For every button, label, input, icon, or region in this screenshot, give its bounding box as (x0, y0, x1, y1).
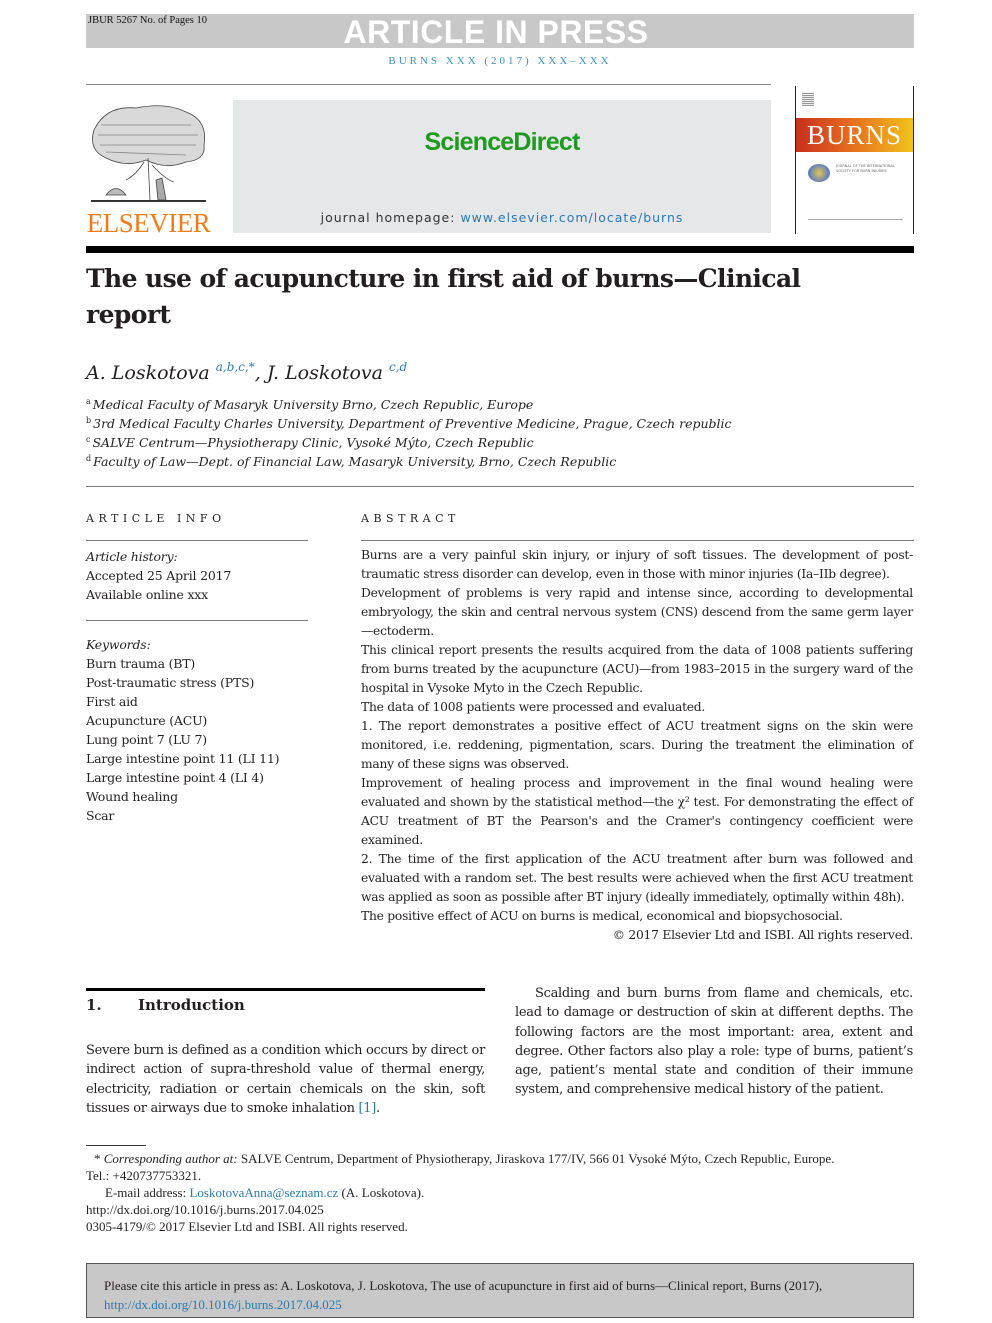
keyword-item: First aid (86, 694, 138, 709)
citation-doi-link[interactable]: http://dx.doi.org/10.1016/j.burns.2017.0… (104, 1297, 342, 1312)
email-label: E-mail address: (105, 1185, 190, 1200)
author-name: J. Loskotova (266, 362, 383, 384)
sciencedirect-logo[interactable]: ScienceDirect (233, 128, 771, 157)
author-separator: , (254, 362, 267, 384)
header-divider (86, 246, 914, 253)
affiliation: b 3rd Medical Faculty Charles University,… (86, 416, 732, 431)
abstract-copyright: © 2017 Elsevier Ltd and ISBI. All rights… (612, 928, 914, 942)
abstract-paragraph: Improvement of healing process and impro… (361, 776, 913, 847)
footnote-text: SALVE Centrum, Department of Physiothera… (237, 1151, 835, 1166)
email-suffix: (A. Loskotova). (338, 1185, 425, 1200)
affiliation-text: Faculty of Law—Dept. of Financial Law, M… (93, 454, 617, 469)
affiliation: c SALVE Centrum—Physiotherapy Clinic, Vys… (86, 435, 534, 450)
history-label: Article history: (86, 549, 178, 564)
intro-text-end: . (376, 1100, 380, 1116)
affiliation-text: 3rd Medical Faculty Charles University, … (93, 416, 732, 431)
affiliation: a Medical Faculty of Masaryk University B… (86, 397, 533, 412)
abstract-paragraph: The positive effect of ACU on burns is m… (361, 909, 843, 923)
publisher-wordmark: ELSEVIER (86, 208, 211, 238)
cover-society-text: JOURNAL OF THE INTERNATIONAL SOCIETY FOR… (836, 164, 895, 173)
keywords-label: Keywords: (86, 637, 151, 652)
keyword-item: Acupuncture (ACU) (86, 713, 208, 728)
running-head: BURNS XXX (2017) XXX–XXX (388, 55, 612, 67)
section-rule (86, 988, 485, 991)
elsevier-mini-logo-icon (802, 92, 814, 106)
keyword-item: Wound healing (86, 789, 178, 804)
article-title: The use of acupuncture in first aid of b… (86, 264, 801, 329)
affiliation-mark: a (86, 397, 91, 406)
history-divider (86, 620, 308, 621)
footnote-rule (86, 1145, 146, 1146)
masthead-rule (86, 84, 771, 85)
history-item: Available online xxx (86, 587, 208, 602)
intro-paragraph-left: Severe burn is defined as a condition wh… (86, 1041, 485, 1118)
abstract-heading: ABSTRACT (361, 512, 460, 525)
abstract-body: Burns are a very painful skin injury, or… (361, 546, 913, 945)
doi-link[interactable]: http://dx.doi.org/10.1016/j.burns.2017.0… (86, 1202, 324, 1218)
abstract-paragraph: 2. The time of the first application of … (361, 852, 913, 904)
affiliation-mark: d (86, 454, 92, 463)
keyword-item: Post-traumatic stress (PTS) (86, 675, 255, 690)
issn-copyright: 0305-4179/© 2017 Elsevier Ltd and ISBI. … (86, 1219, 408, 1234)
cover-journal-title: BURNS (806, 120, 903, 150)
keyword-item: Burn trauma (BT) (86, 656, 196, 671)
article-info-heading: ARTICLE INFO (86, 512, 226, 525)
intro-paragraph-right: Scalding and burn burns from flame and c… (515, 986, 913, 1098)
telephone: Tel.: +420737753321. (86, 1168, 202, 1183)
affiliations-divider (86, 486, 914, 487)
abstract-paragraph: Development of problems is very rapid an… (361, 586, 913, 638)
keyword-item: Lung point 7 (LU 7) (86, 732, 207, 747)
history-item: Accepted 25 April 2017 (86, 568, 232, 583)
footnote-label: Corresponding author at: (103, 1151, 238, 1166)
abstract-paragraph: This clinical report presents the result… (361, 643, 913, 695)
abstract-paragraph: 1. The report demonstrates a positive ef… (361, 719, 913, 771)
journal-homepage: journal homepage: www.elsevier.com/locat… (233, 210, 771, 225)
homepage-label: journal homepage: (320, 210, 461, 225)
intro-text: Severe burn is defined as a condition wh… (86, 1043, 485, 1116)
author-affiliation-marks[interactable]: c,d (389, 360, 407, 374)
article-info-divider (86, 540, 308, 541)
keyword-item: Scar (86, 808, 115, 823)
author-list: A. Loskotova a,b,c,*, J. Loskotova c,d (86, 360, 407, 384)
abstract-paragraph: The data of 1008 patients were processed… (361, 700, 706, 714)
affiliation: d Faculty of Law—Dept. of Financial Law, … (86, 454, 616, 469)
affiliation-mark: b (86, 416, 92, 425)
keyword-item: Large intestine point 11 (LI 11) (86, 751, 280, 766)
affiliation-text: SALVE Centrum—Physiotherapy Clinic, Vyso… (92, 435, 534, 450)
email-line: E-mail address: LoskotovaAnna@seznam.cz … (105, 1185, 424, 1201)
isbi-seal-icon (808, 164, 830, 182)
section-number: 1. (86, 996, 102, 1014)
citation-sentence: Please cite this article in press as: A.… (104, 1278, 823, 1293)
reference-link[interactable]: [1] (359, 1101, 377, 1116)
keyword-item: Large intestine point 4 (LI 4) (86, 770, 264, 785)
section-title: Introduction (138, 996, 245, 1014)
footnote-mark: * (94, 1151, 101, 1166)
author-name: A. Loskotova (86, 362, 210, 384)
affiliation-mark: c (86, 435, 91, 444)
journal-cover-thumbnail[interactable]: BURNS JOURNAL OF THE INTERNATIONAL SOCIE… (795, 86, 914, 234)
email-link[interactable]: LoskotovaAnna@seznam.cz (189, 1185, 338, 1200)
sciencedirect-panel: ScienceDirect journal homepage: www.else… (233, 100, 771, 233)
article-in-press-label: ARTICLE IN PRESS (343, 14, 649, 50)
citation-box: Please cite this article in press as: A.… (86, 1263, 914, 1318)
affiliation-text: Medical Faculty of Masaryk University Br… (92, 397, 534, 412)
abstract-paragraph: Burns are a very painful skin injury, or… (361, 548, 913, 581)
author-affiliation-marks[interactable]: a,b,c,* (216, 360, 255, 374)
corresponding-author-note: * Corresponding author at: SALVE Centrum… (94, 1151, 834, 1167)
cover-rule (808, 219, 903, 220)
abstract-divider (361, 540, 914, 541)
citation-text: Please cite this article in press as: A.… (104, 1276, 904, 1314)
homepage-link[interactable]: www.elsevier.com/locate/burns (460, 210, 683, 225)
